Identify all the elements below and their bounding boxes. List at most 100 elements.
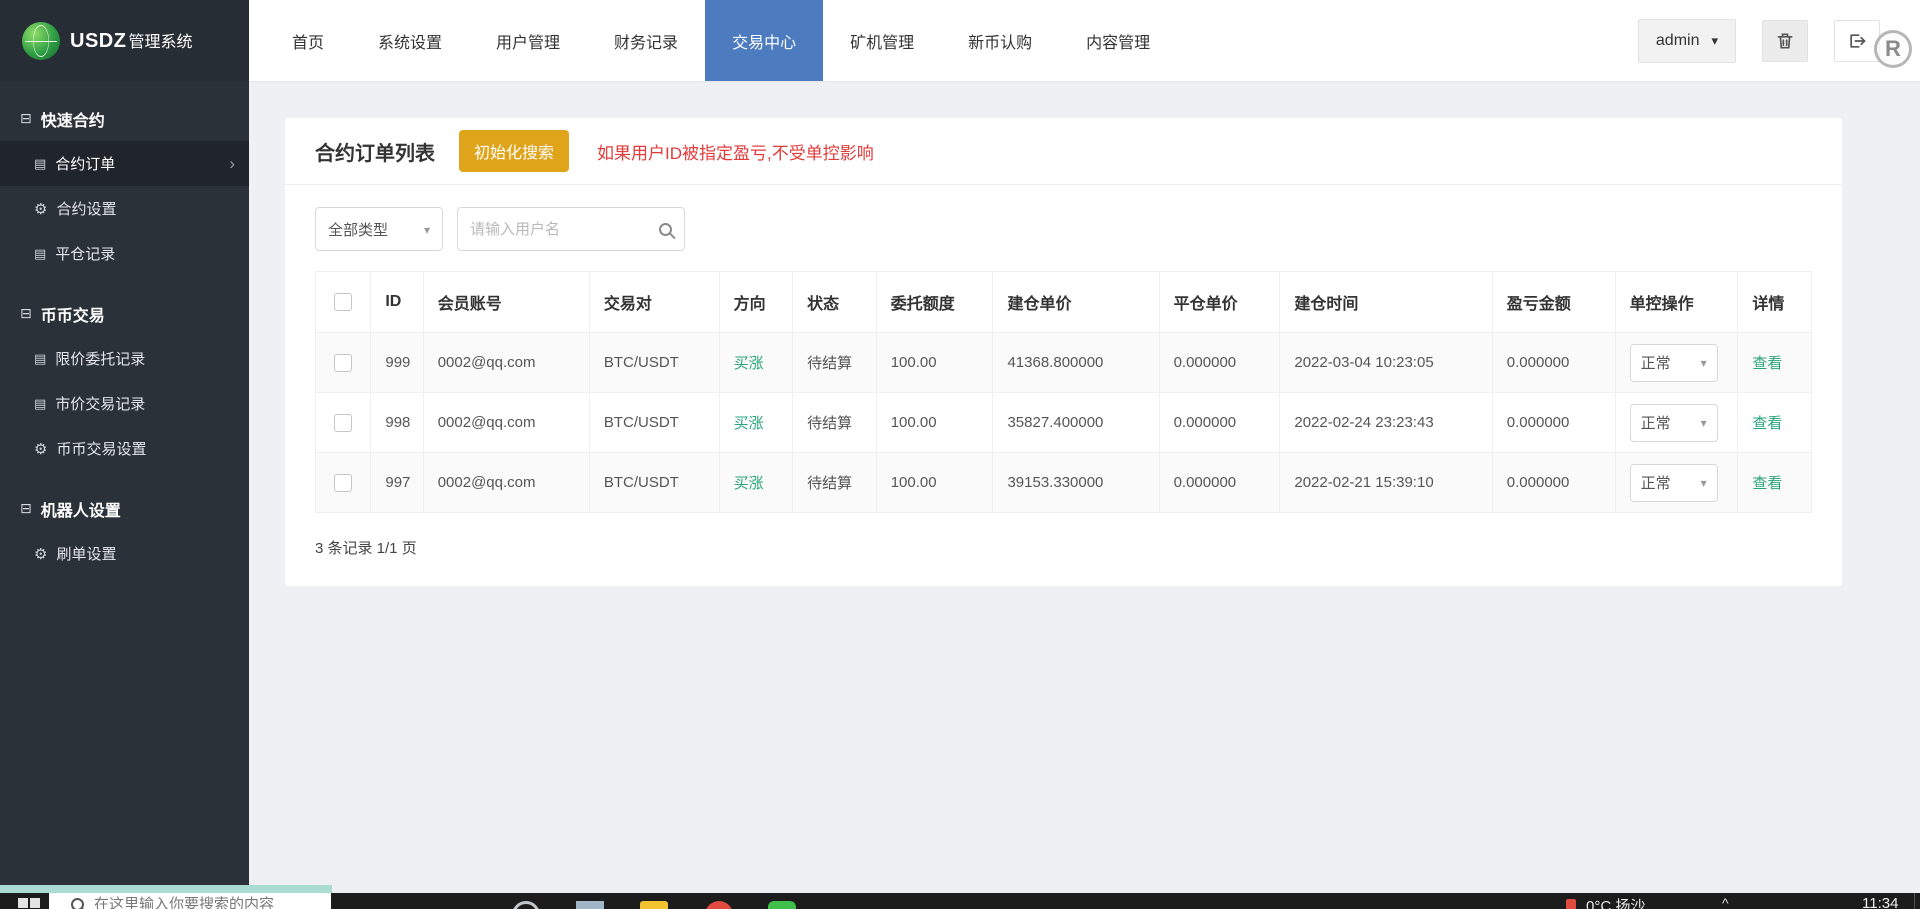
tab-trade-center[interactable]: 交易中心 [705,0,824,81]
row-checkbox[interactable] [334,353,353,372]
section-icon [20,110,32,128]
search-icon[interactable] [659,222,672,236]
globe-logo-icon [22,21,60,60]
show-desktop-divider[interactable] [1914,893,1915,909]
init-search-button[interactable]: 初始化搜索 [459,130,570,172]
cell-direction: 买涨 [733,355,764,372]
teal-strip [0,885,332,893]
taskbar-app-icon[interactable] [512,901,540,909]
sidebar-item-limit-order-records[interactable]: 限价委托记录 [0,336,249,381]
chevron-down-icon [1701,354,1707,371]
tab-home[interactable]: 首页 [265,0,351,81]
col-header-detail: 详情 [1737,271,1812,333]
cell-id: 997 [370,452,424,513]
page-title: 合约订单列表 [315,142,435,165]
windows-start-icon[interactable] [18,898,40,909]
sidebar-item-coin-trade-settings[interactable]: 币币交易设置 [0,426,249,471]
sidebar-item-label: 合约订单 [55,156,116,173]
sidebar-item-market-trade-records[interactable]: 市价交易记录 [0,381,249,426]
trash-button[interactable] [1762,19,1808,62]
tab-system-settings[interactable]: 系统设置 [351,0,469,81]
col-header-pair: 交易对 [588,271,720,333]
admin-label: admin [1655,31,1700,49]
taskbar-app-icon[interactable] [576,901,604,909]
username-search-box [457,207,685,251]
sidebar: USDZ管理系统 快速合约 合约订单 › 合约设置 平仓记录 币币交易 限价委托… [0,0,249,893]
row-checkbox[interactable] [334,473,353,492]
section-icon [20,305,32,323]
list-icon [34,155,46,172]
cell-status: 待结算 [792,332,877,393]
sidebar-item-brush-order-settings[interactable]: 刷单设置 [0,531,249,576]
gear-icon [34,440,47,458]
row-checkbox[interactable] [334,413,353,432]
col-header-open-time: 建仓时间 [1279,271,1493,333]
cell-close-price: 0.000000 [1158,332,1281,393]
type-filter-select[interactable]: 全部类型 [315,207,443,251]
table-row: 999 0002@qq.com BTC/USDT 买涨 待结算 100.00 4… [314,332,1812,393]
cell-close-price: 0.000000 [1158,452,1281,513]
orders-table: ID 会员账号 交易对 方向 状态 委托额度 建仓单价 平仓单价 建仓时间 盈亏… [314,271,1812,513]
chevron-down-icon [1701,474,1707,491]
taskbar-search-box[interactable] [49,893,331,909]
cell-account: 0002@qq.com [422,452,590,513]
admin-dropdown-button[interactable]: admin [1637,18,1736,63]
cell-open-time: 2022-03-04 10:23:05 [1279,332,1493,393]
view-detail-link[interactable]: 查看 [1752,355,1782,372]
section-icon [20,500,32,518]
tray-expand-icon[interactable]: ^ [1722,895,1729,909]
taskbar-search-input[interactable] [94,895,314,909]
list-icon [34,245,46,262]
sidebar-item-label: 平仓记录 [55,246,116,263]
tab-user-management[interactable]: 用户管理 [469,0,587,81]
sidebar-item-contract-orders[interactable]: 合约订单 › [0,141,249,186]
card-header: 合约订单列表 初始化搜索 如果用户ID被指定盈亏,不受单控影响 [315,118,1812,184]
sidebar-section-robot: 机器人设置 刷单设置 [0,487,249,576]
browser-icon[interactable] [705,901,733,909]
logout-button[interactable] [1834,19,1880,62]
chevron-down-icon [1701,414,1707,431]
control-select[interactable]: 正常 [1629,343,1718,382]
records-count: 3 条记录 1/1 页 [315,540,417,557]
sidebar-section-title-label: 机器人设置 [40,503,121,520]
topnav: 首页 系统设置 用户管理 财务记录 交易中心 矿机管理 新币认购 内容管理 [265,0,1177,81]
sidebar-item-close-records[interactable]: 平仓记录 [0,231,249,276]
tab-miner-management[interactable]: 矿机管理 [823,0,941,81]
file-explorer-icon[interactable] [640,901,668,909]
main-content: 合约订单列表 初始化搜索 如果用户ID被指定盈亏,不受单控影响 全部类型 ▾ 请… [249,81,1920,893]
table-row: 998 0002@qq.com BTC/USDT 买涨 待结算 100.00 3… [314,392,1812,453]
cell-id: 998 [370,392,424,453]
cell-open-price: 35827.400000 [992,392,1160,453]
select-all-checkbox[interactable] [334,292,353,311]
tab-content-management[interactable]: 内容管理 [1059,0,1177,81]
tab-finance-records[interactable]: 财务记录 [587,0,705,81]
cell-status: 待结算 [792,452,877,513]
sidebar-item-label: 市价交易记录 [55,396,146,413]
list-icon [34,395,46,412]
chevron-down-icon [424,221,430,238]
sidebar-section-title-label: 币币交易 [40,308,105,325]
control-select[interactable]: 正常 [1629,463,1718,502]
chat-app-icon[interactable] [768,901,796,909]
filter-row: 全部类型 [315,207,1812,251]
sidebar-item-label: 限价委托记录 [55,351,146,368]
taskbar-weather[interactable]: 0°C 扬沙 [1586,895,1645,909]
taskbar-clock[interactable]: 11:34 [1862,895,1898,909]
control-select-value: 正常 [1640,475,1671,492]
control-select[interactable]: 正常 [1629,403,1718,442]
view-detail-link[interactable]: 查看 [1752,415,1782,432]
cell-open-price: 39153.330000 [992,452,1160,513]
sidebar-item-contract-settings[interactable]: 合约设置 [0,186,249,231]
sidebar-item-label: 合约设置 [56,201,117,218]
search-icon [71,898,84,909]
sidebar-section-title-label: 快速合约 [40,113,105,130]
cell-open-time: 2022-02-24 23:23:43 [1279,392,1493,453]
cell-quota: 100.00 [875,452,994,513]
col-header-id: ID [370,271,424,333]
cell-account: 0002@qq.com [422,392,590,453]
tab-new-coin-subscription[interactable]: 新币认购 [941,0,1059,81]
cell-pnl: 0.000000 [1491,392,1616,453]
chevron-right-icon: › [229,154,235,173]
view-detail-link[interactable]: 查看 [1752,475,1782,492]
username-search-input[interactable] [470,220,659,238]
